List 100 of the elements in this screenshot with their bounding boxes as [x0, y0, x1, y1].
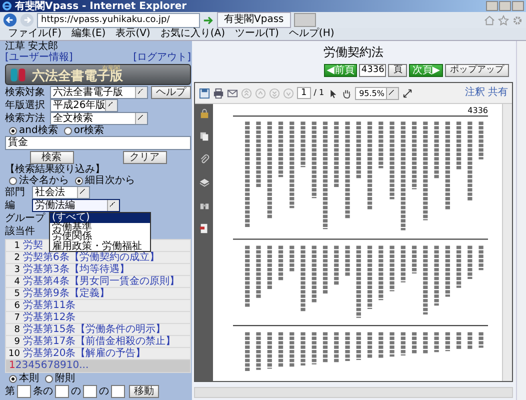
result-link[interactable]: 労基第4条【男女同一賃金の原則】	[23, 276, 180, 286]
count-label: 該当件	[5, 225, 35, 238]
logout-link[interactable]: [ログアウト]	[133, 52, 191, 63]
user-info-link[interactable]: [ユーザー情報]	[5, 52, 73, 63]
dropdown-option[interactable]: 労働基準	[50, 222, 150, 232]
close-button[interactable]	[512, 1, 524, 11]
field-label: 検索対象	[5, 87, 46, 98]
result-number: 8	[13, 324, 21, 334]
minimize-button[interactable]	[486, 1, 498, 11]
result-number: 1	[13, 240, 21, 250]
select-field[interactable]: 全文検索	[50, 112, 148, 125]
menu-item[interactable]: 編集(E)	[72, 28, 106, 40]
pdf-page-field[interactable]: 1	[297, 87, 311, 99]
dropdown-option[interactable]: (すべて)	[50, 213, 150, 222]
menu-item[interactable]: ファイル(F)	[8, 28, 62, 40]
popup-button[interactable]: ポップアップ	[445, 64, 509, 77]
search-field[interactable]: 賃金	[5, 136, 191, 150]
menu-item[interactable]: ツール(T)	[235, 28, 279, 40]
save-icon[interactable]	[199, 88, 210, 98]
page-link[interactable]: 2	[15, 360, 22, 372]
jump-input-field[interactable]	[111, 384, 125, 398]
pdf-page-total: / 1	[314, 88, 324, 98]
jump-input-field[interactable]	[55, 384, 69, 398]
select-field[interactable]: 六法全書電子版	[50, 86, 148, 99]
home-icon[interactable]	[484, 14, 495, 26]
page-number-field[interactable]: 4336	[359, 64, 386, 77]
select-field[interactable]: 社会法	[32, 186, 90, 199]
menu-item[interactable]: ヘルプ(H)	[288, 28, 334, 40]
jump-label: の	[99, 386, 109, 396]
print-icon[interactable]	[213, 88, 224, 98]
horizontal-scrollbar[interactable]	[194, 387, 513, 398]
star-icon[interactable]	[498, 14, 509, 26]
new-tab-button[interactable]	[294, 13, 316, 27]
result-link[interactable]: 労基第15条【労働条件の明示】	[23, 324, 166, 334]
go-arrow-icon[interactable]	[203, 14, 214, 26]
jump-input-field[interactable]	[83, 384, 97, 398]
menu-item[interactable]: お気に入り(A)	[160, 28, 225, 40]
dropdown-option[interactable]: 雇用政策・労働福祉	[50, 242, 150, 251]
result-link[interactable]: 労基第12条	[23, 312, 76, 322]
lock-icon[interactable]	[198, 108, 210, 119]
radio-button[interactable]	[64, 126, 72, 134]
browser-logo-icon	[2, 1, 12, 11]
page-link[interactable]: 10	[66, 360, 80, 372]
radio-button[interactable]	[9, 126, 17, 134]
page-link[interactable]: 5	[34, 360, 41, 372]
radio-button[interactable]	[9, 176, 17, 184]
result-link[interactable]: 労基第9条【定義】	[23, 288, 110, 298]
select-field[interactable]: 労働法編	[32, 199, 120, 212]
page-link[interactable]: 6	[40, 360, 48, 372]
radio-button[interactable]	[75, 176, 83, 184]
page-number: 4336	[466, 106, 488, 115]
dropdown-option[interactable]: 労使関係	[50, 232, 150, 242]
page-link[interactable]: 9	[60, 360, 66, 372]
maximize-button[interactable]	[499, 1, 511, 11]
radio-button[interactable]	[45, 374, 53, 382]
browser-tab[interactable]: 有斐閣Vpass	[217, 12, 291, 28]
filter-label: 部門	[5, 187, 26, 198]
filter-label: 編	[5, 200, 16, 211]
jump-input-field[interactable]	[17, 384, 31, 398]
result-number: 10	[8, 348, 21, 358]
settings-icon[interactable]	[512, 14, 523, 26]
radio-label: and検索	[19, 125, 58, 136]
page-link[interactable]: 3	[22, 360, 28, 372]
page-link[interactable]: 8	[54, 360, 60, 372]
mail-icon[interactable]	[227, 88, 238, 98]
result-link[interactable]: 労基第20条【解雇の予告】	[23, 348, 146, 358]
move-button[interactable]: 移動	[129, 384, 159, 398]
page-go-button[interactable]: 頁	[388, 64, 408, 77]
search-button[interactable]: 検索	[30, 151, 74, 164]
help-button[interactable]: ヘルプ	[151, 86, 191, 99]
hand-tool-icon[interactable]	[341, 88, 352, 98]
radio-label: 細目次から	[85, 175, 135, 186]
result-link[interactable]: 労契第6条【労働契約の成立】	[23, 252, 160, 262]
result-link[interactable]: 労契	[23, 240, 43, 250]
zoom-field[interactable]: 95.5%	[355, 86, 400, 100]
menu-item[interactable]: 表示(V)	[116, 28, 150, 40]
result-number: 9	[13, 336, 21, 346]
annotate-button[interactable]: 注釈	[465, 87, 485, 99]
share-button[interactable]: 共有	[488, 87, 508, 99]
pages-icon[interactable]	[198, 131, 210, 142]
group-label: グループ	[5, 212, 45, 225]
result-number: 3	[13, 264, 21, 274]
clear-button[interactable]: クリア	[122, 151, 166, 164]
main-scrollbar[interactable]	[516, 41, 526, 400]
address-field[interactable]: https://vpass.yuhikaku.co.jp/	[37, 12, 200, 28]
result-link[interactable]: 労基第17条【前借金相殺の禁止】	[23, 336, 176, 346]
back-button[interactable]	[3, 13, 17, 27]
fit-page-icon[interactable]	[402, 88, 414, 98]
pdf-file-icon[interactable]	[198, 223, 210, 234]
page-link[interactable]: 7	[47, 360, 54, 372]
radio-button[interactable]	[9, 374, 17, 382]
result-link[interactable]: 労基第3条【均等待遇】	[23, 264, 130, 274]
paperclip-icon[interactable]	[198, 154, 210, 165]
select-field[interactable]: 平成26年版	[50, 99, 118, 112]
layers-icon[interactable]	[198, 177, 210, 188]
page-link[interactable]: 4	[28, 360, 34, 372]
pdf-scrollbar[interactable]	[502, 104, 512, 381]
more-pages-link[interactable]: ...	[79, 360, 89, 372]
result-number: 2	[13, 252, 21, 262]
result-link[interactable]: 労基第11条	[23, 300, 76, 310]
